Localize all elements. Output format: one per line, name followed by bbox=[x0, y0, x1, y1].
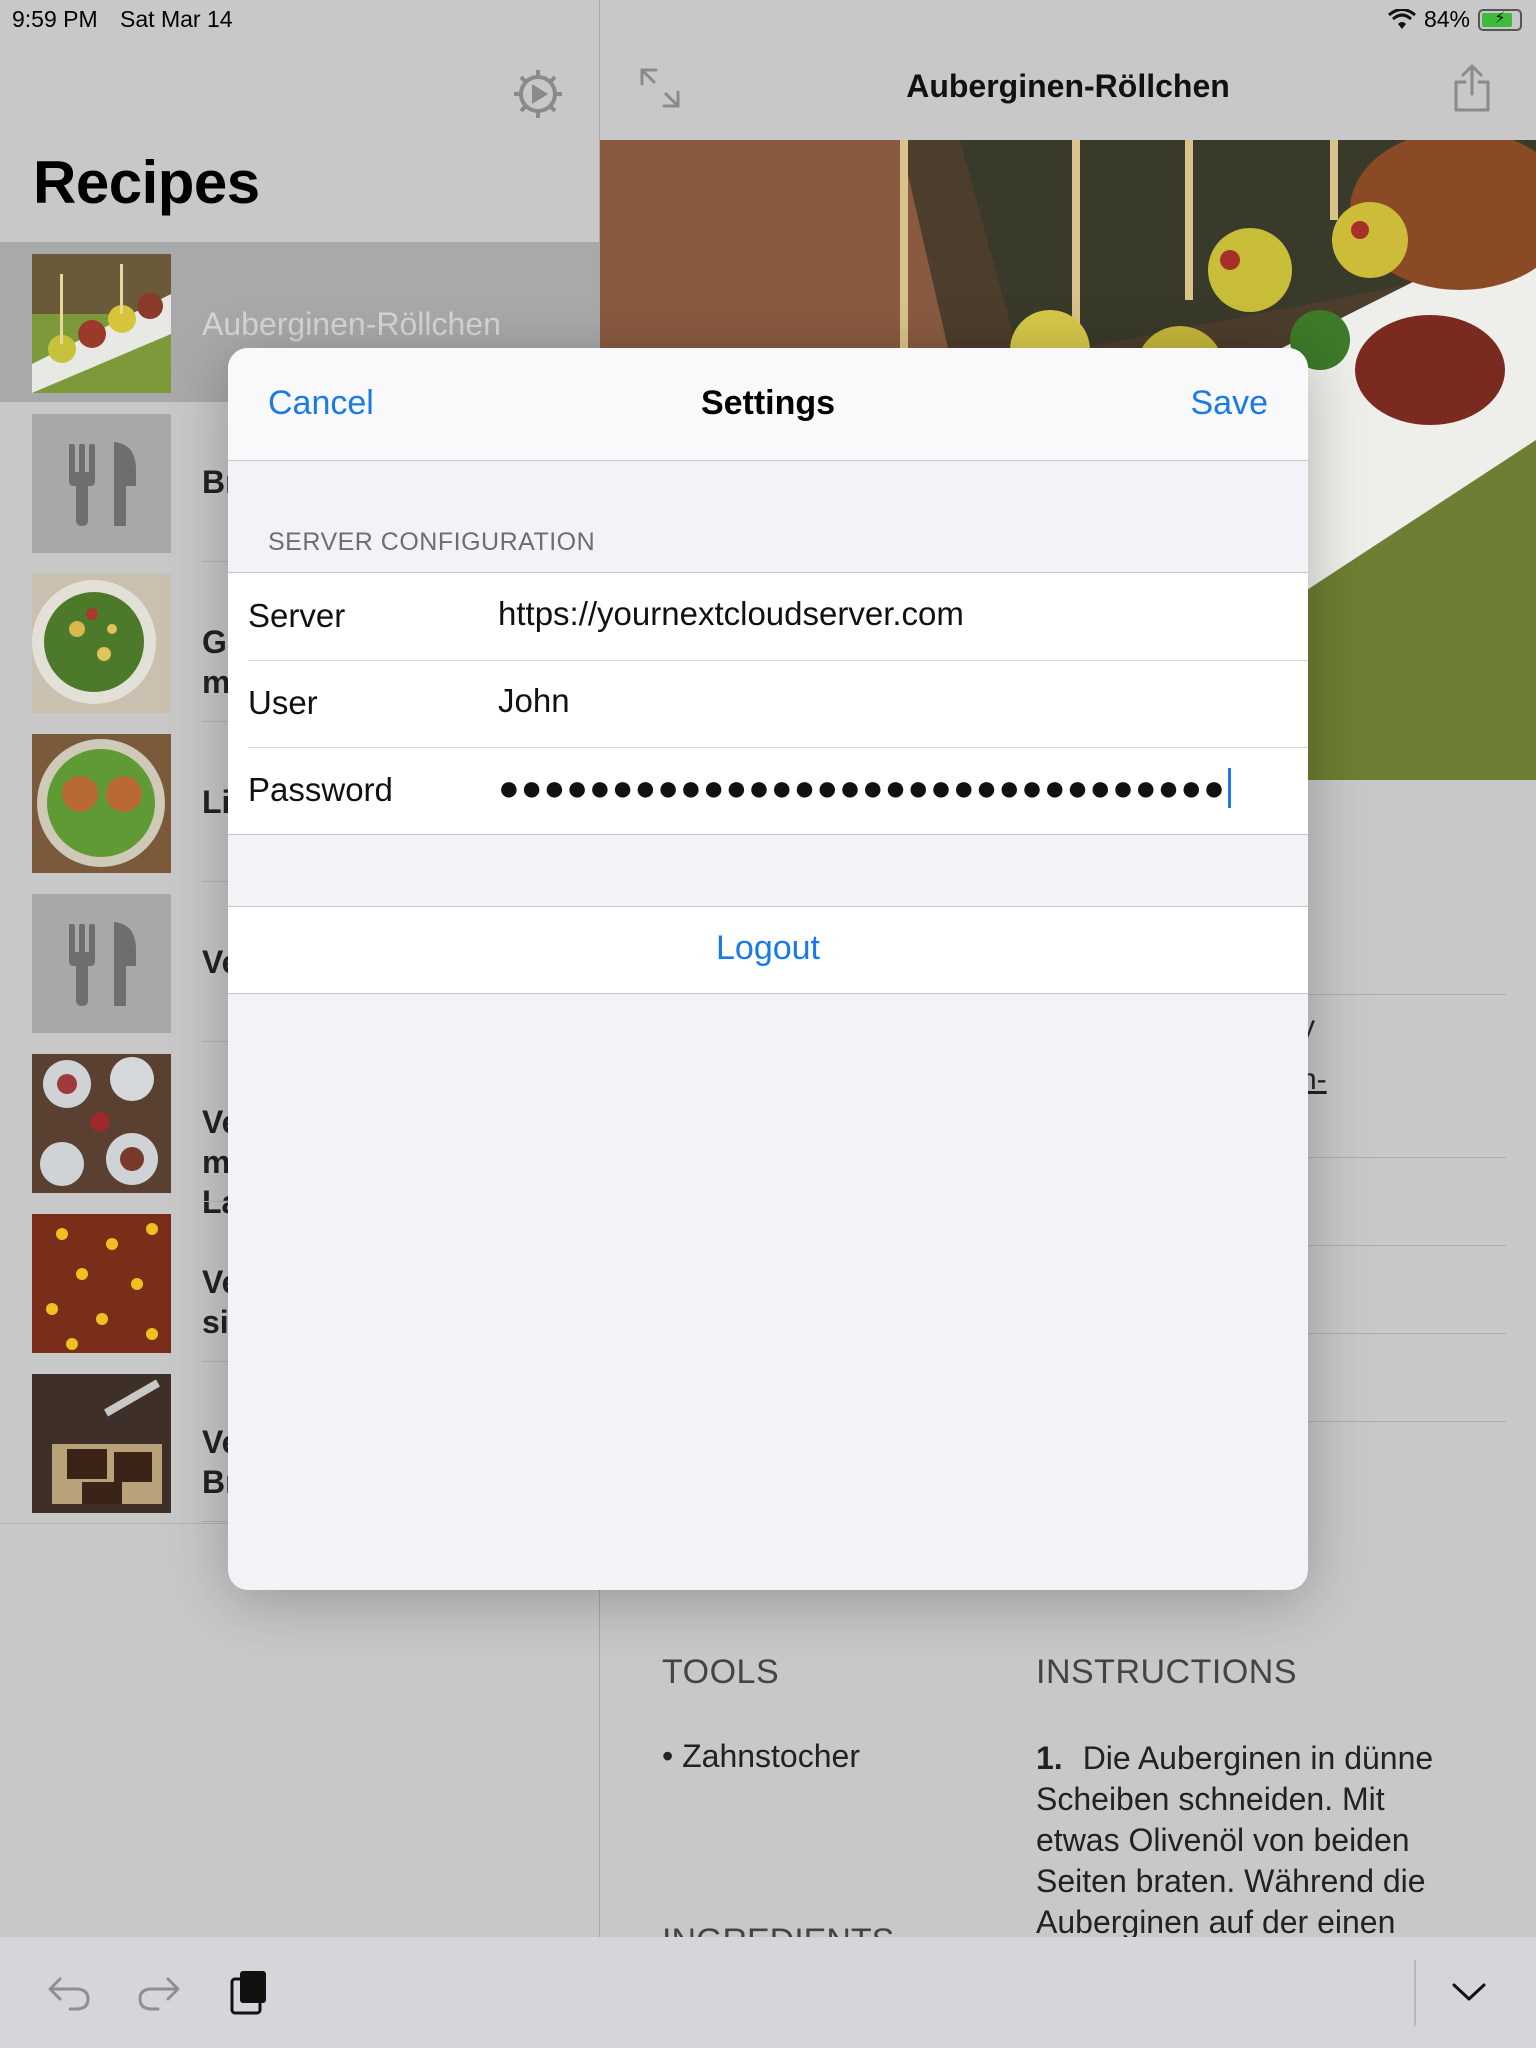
settings-modal: Cancel Settings Save SERVER CONFIGURATIO… bbox=[228, 348, 1308, 1590]
charging-bolt-icon: ⚡ bbox=[1494, 9, 1506, 27]
recipe-thumbnail bbox=[32, 254, 171, 393]
dismiss-keyboard-button[interactable] bbox=[1444, 1967, 1494, 2017]
modal-nav-bar: Cancel Settings Save bbox=[228, 348, 1308, 461]
logout-button[interactable]: Logout bbox=[228, 929, 1308, 968]
step-text: Die Auberginen in dünne Scheiben schneid… bbox=[1036, 1740, 1434, 1940]
status-date: Sat Mar 14 bbox=[120, 6, 233, 32]
instructions-heading: INSTRUCTIONS bbox=[1036, 1653, 1297, 1691]
password-label: Password bbox=[248, 771, 393, 808]
fork-knife-placeholder-icon bbox=[69, 442, 136, 526]
paste-button[interactable] bbox=[224, 1967, 274, 2017]
save-button[interactable]: Save bbox=[1191, 384, 1269, 423]
battery-icon: ⚡ bbox=[1478, 8, 1522, 31]
recipe-thumbnail bbox=[32, 574, 171, 713]
recipe-thumbnail bbox=[32, 1054, 171, 1193]
server-url-input[interactable] bbox=[498, 595, 1278, 633]
redo-icon bbox=[138, 1977, 180, 2011]
server-row: Server bbox=[228, 573, 1308, 660]
username-input[interactable] bbox=[498, 682, 1278, 720]
recipe-thumbnail bbox=[32, 734, 171, 873]
password-input[interactable]: ●●●●●●●●●●●●●●●●●●●●●●●●●●●●●●●● bbox=[498, 767, 1231, 809]
divider bbox=[1414, 1960, 1416, 2026]
chevron-down-icon bbox=[1452, 1983, 1486, 2001]
undo-button[interactable] bbox=[44, 1967, 94, 2017]
server-config-group: Server User Password ●●●●●●●●●●●●●●●●●●●… bbox=[228, 572, 1308, 835]
instruction-step: 1. Die Auberginen in dünne Scheiben schne… bbox=[1036, 1738, 1476, 1943]
recipe-thumbnail bbox=[32, 1374, 171, 1513]
divider bbox=[1306, 1421, 1506, 1422]
user-label: User bbox=[248, 684, 318, 721]
user-row: User bbox=[228, 660, 1308, 747]
share-icon bbox=[1454, 64, 1490, 112]
tool-item: • Zahnstocher bbox=[662, 1738, 860, 1774]
wifi-icon bbox=[1387, 8, 1416, 29]
redo-button[interactable] bbox=[134, 1967, 184, 2017]
fork-knife-placeholder-icon bbox=[69, 922, 136, 1006]
text-caret bbox=[1227, 768, 1231, 808]
password-mask: ●●●●●●●●●●●●●●●●●●●●●●●●●●●●●●●● bbox=[498, 767, 1226, 808]
password-row: Password ●●●●●●●●●●●●●●●●●●●●●●●●●●●●●●●… bbox=[228, 747, 1308, 834]
divider bbox=[1306, 1333, 1506, 1334]
divider bbox=[1306, 1157, 1506, 1158]
section-header: SERVER CONFIGURATION bbox=[268, 528, 596, 556]
settings-button[interactable] bbox=[510, 66, 566, 122]
server-label: Server bbox=[248, 597, 346, 634]
battery-percent: 84% bbox=[1423, 6, 1470, 32]
status-bar: 9:59 PM Sat Mar 14 84% ⚡ bbox=[0, 0, 1536, 40]
status-time: 9:59 PM bbox=[12, 6, 98, 32]
recipe-thumbnail bbox=[32, 1214, 171, 1353]
divider bbox=[1306, 1245, 1506, 1246]
logout-group: Logout bbox=[228, 906, 1308, 994]
tools-heading: TOOLS bbox=[662, 1653, 780, 1691]
detail-title: Auberginen-Röllchen bbox=[906, 68, 1230, 104]
page-title: Recipes bbox=[33, 149, 260, 216]
modal-title: Settings bbox=[700, 384, 836, 422]
recipe-title: Auberginen-Röllchen bbox=[202, 306, 501, 342]
step-number: 1. bbox=[1036, 1740, 1063, 1776]
divider bbox=[1306, 994, 1506, 995]
ingredients-heading: INGREDIENTS bbox=[662, 1922, 894, 1938]
share-button[interactable] bbox=[1452, 62, 1492, 114]
recipe-thumbnail bbox=[32, 894, 171, 1033]
undo-icon bbox=[48, 1977, 90, 2011]
gear-icon bbox=[514, 70, 562, 118]
keyboard-shortcut-bar bbox=[0, 1937, 1536, 2048]
clipboard-icon bbox=[230, 1971, 266, 2015]
recipe-thumbnail bbox=[32, 414, 171, 553]
